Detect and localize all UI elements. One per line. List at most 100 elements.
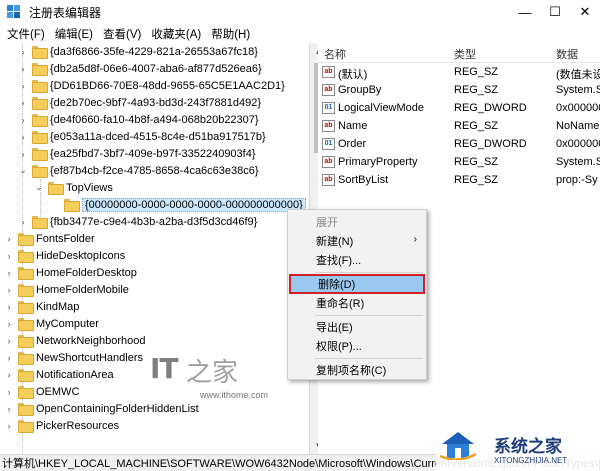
- column-header-type[interactable]: 类型: [454, 46, 476, 62]
- value-data: NoName: [556, 120, 600, 132]
- collapse-chevron-icon[interactable]: ⌄: [34, 182, 44, 193]
- tree-item[interactable]: › NotificationArea: [4, 366, 114, 383]
- menu-help[interactable]: 帮助(H): [206, 26, 255, 42]
- string-value-icon: ab: [322, 66, 335, 78]
- tree-item[interactable]: › PickerResources: [4, 417, 119, 434]
- expand-chevron-icon[interactable]: ›: [18, 98, 28, 108]
- tree-item[interactable]: › {de2b70ec-9bf7-4a93-bd3d-243f7881d492}: [18, 94, 261, 111]
- submenu-arrow-icon: ›: [413, 234, 417, 245]
- tree-item[interactable]: › NewShortcutHandlers: [4, 349, 143, 366]
- value-type: REG_SZ: [454, 156, 499, 168]
- folder-icon: [18, 386, 34, 399]
- menu-item-find[interactable]: 查找(F)...: [289, 250, 425, 269]
- tree-item[interactable]: › HomeFolderDesktop: [4, 264, 137, 281]
- folder-icon: [18, 352, 34, 365]
- house-logo-icon: [439, 430, 477, 461]
- tree-item[interactable]: › HomeFolderMobile: [4, 281, 129, 298]
- expand-chevron-icon[interactable]: ›: [4, 251, 14, 261]
- menu-item-delete[interactable]: 删除(D): [289, 274, 425, 294]
- tree-item[interactable]: › {de4f0660-fa10-4b8f-a494-068b20b22307}: [18, 111, 259, 128]
- column-header-data[interactable]: 数据: [556, 46, 578, 62]
- tree-item[interactable]: › NetworkNeighborhood: [4, 332, 145, 349]
- value-type: REG_DWORD: [454, 102, 527, 114]
- expand-chevron-icon[interactable]: ›: [18, 149, 28, 159]
- expand-chevron-icon[interactable]: ›: [4, 285, 14, 295]
- value-name: PrimaryProperty: [338, 156, 418, 168]
- list-item[interactable]: ab Name REG_SZ NoName: [318, 118, 600, 136]
- menu-item-new[interactable]: 新建(N) ›: [289, 231, 425, 250]
- tree-item[interactable]: › KindMap: [4, 298, 79, 315]
- tree-item[interactable]: › MyComputer: [4, 315, 99, 332]
- expand-chevron-icon[interactable]: ›: [18, 64, 28, 74]
- tree-item[interactable]: › HideDesktopIcons: [4, 247, 125, 264]
- expand-chevron-icon[interactable]: ›: [4, 336, 14, 346]
- tree-item[interactable]: › OpenContainingFolderHiddenList: [4, 400, 199, 417]
- folder-icon: [18, 233, 34, 246]
- tree-item-expanded[interactable]: ⌄ {ef87b4cb-f2ce-4785-8658-4ca6c63e38c6}: [18, 162, 259, 179]
- menu-item-rename[interactable]: 重命名(R): [289, 293, 425, 312]
- menu-edit[interactable]: 编辑(E): [50, 26, 98, 42]
- expand-chevron-icon[interactable]: ›: [4, 387, 14, 397]
- list-item[interactable]: 01 LogicalViewMode REG_DWORD 0x000000: [318, 100, 600, 118]
- tree-item-label: KindMap: [36, 300, 80, 313]
- tree-item[interactable]: › {fbb3477e-c9e4-4b3b-a2ba-d3f5d3cd46f9}: [18, 213, 257, 230]
- tree-item-label: MyComputer: [36, 317, 99, 330]
- string-value-icon: ab: [322, 174, 335, 186]
- tree-item[interactable]: › OEMWC: [4, 383, 79, 400]
- menu-item-expand[interactable]: 展开: [289, 212, 425, 231]
- tree-item[interactable]: › {da3f6866-35fe-4229-821a-26553a67fc18}: [18, 43, 258, 60]
- menu-item-export[interactable]: 导出(E): [289, 317, 425, 336]
- folder-icon: [32, 216, 48, 229]
- expand-chevron-icon[interactable]: ›: [4, 370, 14, 380]
- value-type: REG_SZ: [454, 66, 499, 78]
- tree-item-label: FontsFolder: [36, 232, 95, 245]
- close-button[interactable]: ✕: [570, 0, 600, 24]
- list-item[interactable]: ab PrimaryProperty REG_SZ System.S: [318, 154, 600, 172]
- ithome-watermark-url: www.ithome.com: [200, 390, 269, 400]
- expand-chevron-icon[interactable]: ›: [4, 319, 14, 329]
- tree-item[interactable]: › {ea25fbd7-3bf7-409e-b97f-3352240903f4}: [18, 145, 256, 162]
- tree-item-selected[interactable]: {00000000-0000-0000-0000-000000000000}: [64, 196, 306, 213]
- tree-item[interactable]: › FontsFolder: [4, 230, 95, 247]
- menu-item-copy-key-name[interactable]: 复制项名称(C): [289, 360, 425, 379]
- list-item[interactable]: ab GroupBy REG_SZ System.S: [318, 82, 600, 100]
- expand-chevron-icon[interactable]: ›: [4, 234, 14, 244]
- expand-chevron-icon[interactable]: ›: [18, 47, 28, 57]
- expand-chevron-icon[interactable]: ›: [4, 302, 14, 312]
- binary-value-icon: 01: [322, 138, 335, 150]
- expand-chevron-icon[interactable]: ›: [4, 353, 14, 363]
- expand-chevron-icon[interactable]: ›: [4, 404, 14, 414]
- folder-icon: [32, 46, 48, 59]
- tree-item-label: HideDesktopIcons: [36, 249, 126, 262]
- brand-url: XITONGZHIJIA.NET: [494, 456, 568, 465]
- tree-item[interactable]: › {e053a11a-dced-4515-8c4e-d51ba917517b}: [18, 128, 266, 145]
- expand-chevron-icon[interactable]: ›: [4, 268, 14, 278]
- value-data: 0x000000: [556, 102, 600, 114]
- folder-icon: [32, 148, 48, 161]
- column-header-name[interactable]: 名称: [324, 46, 346, 62]
- expand-chevron-icon[interactable]: ›: [18, 81, 28, 91]
- tree-item-topviews[interactable]: ⌄ TopViews: [34, 179, 113, 196]
- xitongzhijia-logo: 系统之家 XITONGZHIJIA.NET: [436, 426, 600, 471]
- list-item[interactable]: 01 Order REG_DWORD 0x000000: [318, 136, 600, 154]
- tree-item-label: {da3f6866-35fe-4229-821a-26553a67fc18}: [50, 45, 258, 58]
- collapse-chevron-icon[interactable]: ⌄: [18, 165, 28, 176]
- menu-view[interactable]: 查看(V): [98, 26, 146, 42]
- tree-item[interactable]: › {db2a5d8f-06e6-4007-aba6-af877d526ea6}: [18, 60, 262, 77]
- menu-file[interactable]: 文件(F): [2, 26, 50, 42]
- minimize-button[interactable]: —: [510, 0, 540, 24]
- menu-bar: 文件(F) 编辑(E) 查看(V) 收藏夹(A) 帮助(H): [0, 24, 600, 43]
- expand-chevron-icon[interactable]: ›: [18, 115, 28, 125]
- list-header: 名称 类型 数据: [318, 43, 600, 63]
- tree-item[interactable]: › {DD61BD66-70E8-48dd-9655-65C5E1AAC2D1}: [18, 77, 285, 94]
- maximize-button[interactable]: ☐: [540, 0, 570, 24]
- menu-favorites[interactable]: 收藏夹(A): [146, 26, 206, 42]
- menu-item-permissions[interactable]: 权限(P)...: [289, 336, 425, 355]
- list-item[interactable]: ab (默认) REG_SZ (数值未设: [318, 64, 600, 82]
- expand-chevron-icon[interactable]: ›: [18, 132, 28, 142]
- expand-chevron-icon[interactable]: ›: [4, 421, 14, 431]
- folder-icon: [32, 63, 48, 76]
- list-item[interactable]: ab SortByList REG_SZ prop:-Sy: [318, 172, 600, 190]
- expand-chevron-icon[interactable]: ›: [18, 217, 28, 227]
- folder-icon: [18, 284, 34, 297]
